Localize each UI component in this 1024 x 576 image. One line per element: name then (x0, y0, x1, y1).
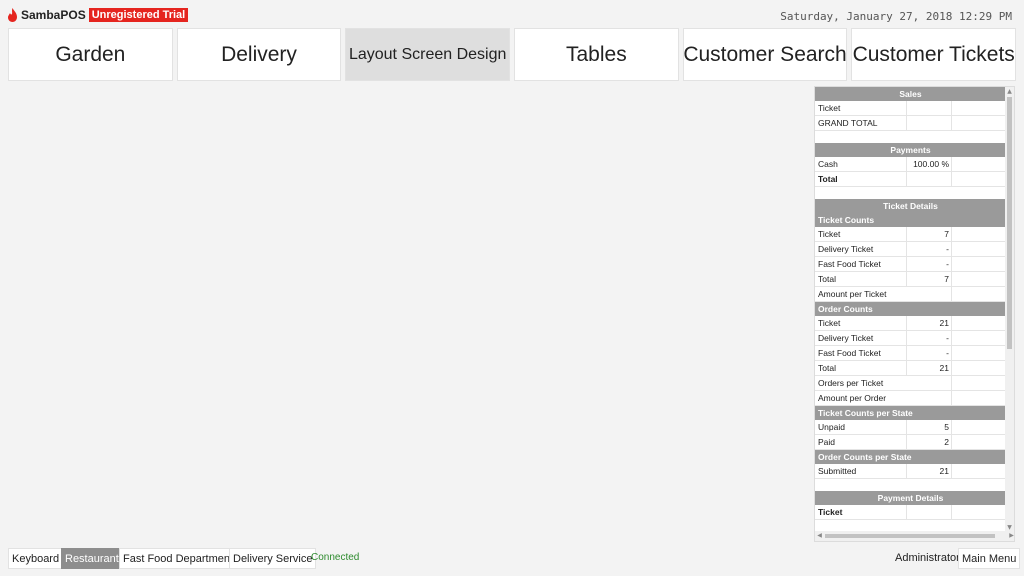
row-label: Cash (815, 157, 907, 171)
row-label: Paid (815, 435, 907, 449)
row-label: Unpaid (815, 420, 907, 434)
report-row: Ticket 21 (815, 316, 1006, 331)
section-header-sales: Sales (815, 87, 1006, 101)
report-row: Submitted 21 (815, 464, 1006, 479)
row-label: Delivery Ticket (815, 331, 907, 345)
work-period-report[interactable]: Sales Ticket GRAND TOTAL Payments Cash 10… (814, 86, 1015, 542)
trial-badge: Unregistered Trial (88, 8, 189, 22)
report-row: Total 21 (815, 361, 1006, 376)
current-user: Administrator (895, 552, 960, 564)
report-row: Orders per Ticket (815, 376, 1006, 391)
scroll-left-arrow-icon[interactable]: ◀ (815, 531, 824, 541)
row-label: Ticket (815, 316, 907, 330)
report-row: Cash 100.00 % (815, 157, 1006, 172)
nav-button-delivery[interactable]: Delivery (176, 28, 342, 81)
vertical-scroll-thumb[interactable] (1007, 97, 1012, 349)
connection-status: Connected (311, 552, 360, 563)
subsection-header-order-counts: Order Counts (815, 302, 1006, 316)
department-button-delivery-service[interactable]: Delivery Service (229, 548, 317, 569)
report-row: Delivery Ticket - (815, 331, 1006, 346)
row-value: 21 (907, 361, 952, 375)
section-header-ticket-details: Ticket Details (815, 199, 1006, 213)
report-row: Delivery Ticket - (815, 242, 1006, 257)
row-label: Total (815, 172, 907, 186)
row-value: - (907, 331, 952, 345)
subsection-header-ticket-counts-per-state: Ticket Counts per State (815, 406, 1006, 420)
flame-icon (8, 8, 17, 22)
subsection-header-ticket-counts: Ticket Counts (815, 213, 1006, 227)
report-row: GRAND TOTAL (815, 116, 1006, 131)
row-label: Orders per Ticket (815, 376, 952, 390)
report-row: Fast Food Ticket - (815, 346, 1006, 361)
row-label: Delivery Ticket (815, 242, 907, 256)
report-row: Ticket (815, 101, 1006, 116)
row-label: Ticket (815, 101, 907, 115)
report-row: Amount per Order (815, 391, 1006, 406)
row-label: Fast Food Ticket (815, 257, 907, 271)
row-value (907, 172, 952, 186)
section-header-payment-details: Payment Details (815, 491, 1006, 505)
main-menu-button[interactable]: Main Menu (958, 548, 1021, 569)
app-logo: SambaPOS Unregistered Trial (7, 8, 189, 22)
row-label: Fast Food Ticket (815, 346, 907, 360)
row-value: 100.00 % (907, 157, 952, 171)
row-label: Submitted (815, 464, 907, 478)
main-nav: Garden Delivery Layout Screen Design Tab… (8, 28, 1017, 81)
row-label: Amount per Ticket (815, 287, 952, 301)
report-row: Amount per Ticket (815, 287, 1006, 302)
datetime-display: Saturday, January 27, 2018 12:29 PM (780, 10, 1012, 23)
row-value: 21 (907, 464, 952, 478)
row-label: Amount per Order (815, 391, 952, 405)
horizontal-scroll-thumb[interactable] (825, 534, 995, 538)
row-label: Ticket (815, 227, 907, 241)
horizontal-scrollbar[interactable]: ◀ ▶ (815, 531, 1014, 541)
row-label: Ticket (815, 505, 907, 519)
row-value (907, 101, 952, 115)
report-content: Sales Ticket GRAND TOTAL Payments Cash 10… (815, 87, 1006, 520)
row-value: 2 (907, 435, 952, 449)
report-row: Fast Food Ticket - (815, 257, 1006, 272)
report-row: Ticket (815, 505, 1006, 520)
report-row: Paid 2 (815, 435, 1006, 450)
bottom-bar: Keyboard Restaurant Fast Food Department… (0, 548, 1024, 570)
app-name: SambaPOS (21, 8, 86, 22)
nav-button-tables[interactable]: Tables (514, 28, 679, 81)
report-row: Ticket 7 (815, 227, 1006, 242)
row-value: - (907, 257, 952, 271)
vertical-scrollbar[interactable]: ▲ ▼ (1005, 87, 1014, 532)
row-value: 21 (907, 316, 952, 330)
row-label: Total (815, 361, 907, 375)
row-value: 7 (907, 272, 952, 286)
nav-button-customer-search[interactable]: Customer Search (682, 28, 848, 81)
nav-button-layout-screen-design[interactable]: Layout Screen Design (345, 28, 511, 81)
nav-button-customer-tickets[interactable]: Customer Tickets (851, 28, 1017, 81)
report-row: Total (815, 172, 1006, 187)
report-row: Unpaid 5 (815, 420, 1006, 435)
row-value: - (907, 242, 952, 256)
scroll-up-arrow-icon[interactable]: ▲ (1005, 87, 1014, 96)
row-value: - (907, 346, 952, 360)
section-header-payments: Payments (815, 143, 1006, 157)
top-bar: SambaPOS Unregistered Trial Saturday, Ja… (0, 0, 1024, 28)
row-label: Total (815, 272, 907, 286)
row-value (907, 116, 952, 130)
subsection-header-order-counts-per-state: Order Counts per State (815, 450, 1006, 464)
row-value: 5 (907, 420, 952, 434)
department-button-fast-food[interactable]: Fast Food Department (119, 548, 238, 569)
row-value: 7 (907, 227, 952, 241)
row-label: GRAND TOTAL (815, 116, 907, 130)
nav-button-garden[interactable]: Garden (8, 28, 173, 81)
keyboard-button[interactable]: Keyboard (8, 548, 64, 569)
scroll-right-arrow-icon[interactable]: ▶ (1007, 531, 1014, 541)
department-button-restaurant[interactable]: Restaurant (61, 548, 123, 569)
report-row: Total 7 (815, 272, 1006, 287)
